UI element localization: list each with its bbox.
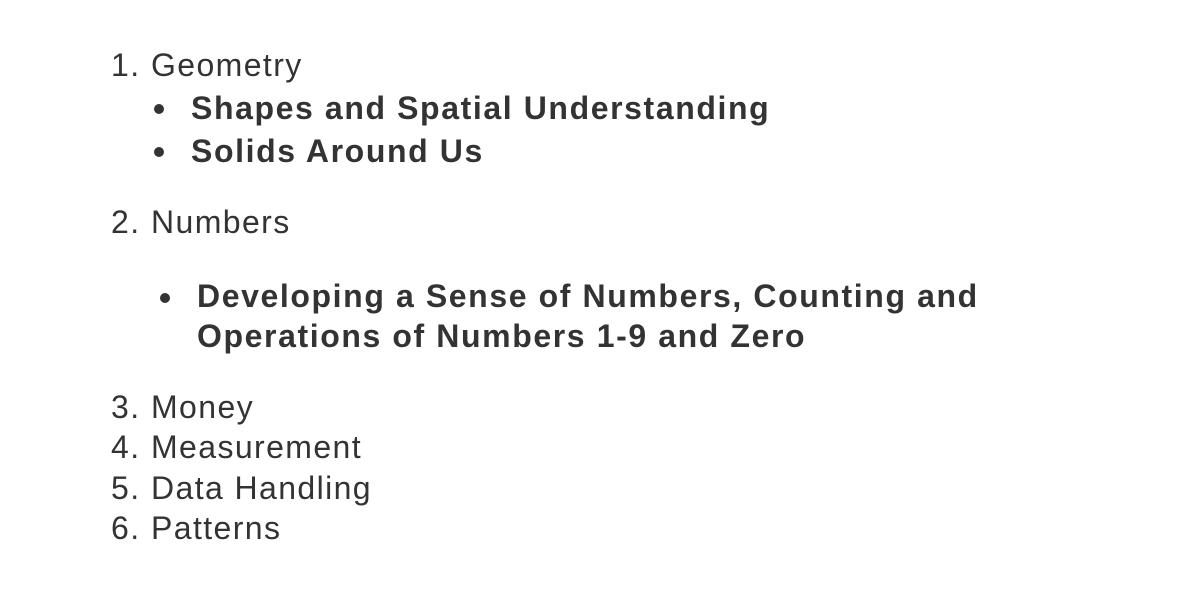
topic-title: Money xyxy=(151,389,255,425)
topic-item-patterns: 6. Patterns xyxy=(111,508,281,548)
topic-number: 4. xyxy=(111,429,141,465)
subtopic-number-sense-line-1: Developing a Sense of Numbers, Counting … xyxy=(197,278,979,314)
topic-number: 1. xyxy=(111,47,141,83)
topic-number: 3. xyxy=(111,389,141,425)
topic-item-measurement: 4. Measurement xyxy=(111,427,362,467)
bullet-icon xyxy=(160,293,170,303)
topic-item-numbers: 2. Numbers xyxy=(111,202,291,242)
topic-title: Data Handling xyxy=(151,470,372,506)
bullet-icon xyxy=(154,147,164,157)
topic-item-money: 3. Money xyxy=(111,387,254,427)
topic-title: Measurement xyxy=(151,429,363,465)
subtopic-solids: Solids Around Us xyxy=(191,133,484,169)
topic-number: 2. xyxy=(111,204,141,240)
topic-title: Geometry xyxy=(151,47,303,83)
topic-item-geometry: 1. Geometry xyxy=(111,45,303,85)
topic-title: Numbers xyxy=(151,204,291,240)
topic-title: Patterns xyxy=(151,510,282,546)
topic-number: 6. xyxy=(111,510,141,546)
bullet-icon xyxy=(154,104,164,114)
subtopic-shapes-spatial: Shapes and Spatial Understanding xyxy=(191,90,771,126)
subtopic-number-sense-line-2: Operations of Numbers 1-9 and Zero xyxy=(197,318,807,354)
topic-item-data-handling: 5. Data Handling xyxy=(111,468,372,508)
topic-number: 5. xyxy=(111,470,141,506)
